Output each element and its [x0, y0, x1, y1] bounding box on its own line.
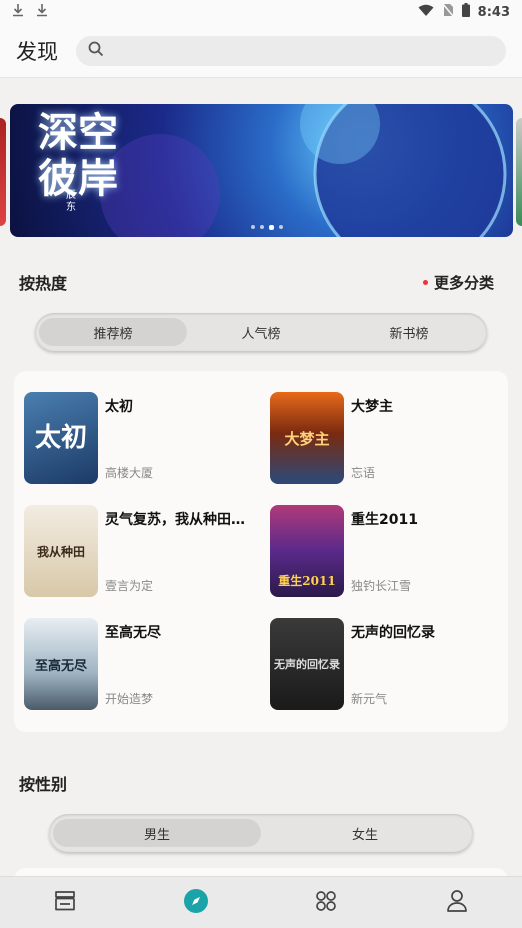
download-icon	[12, 3, 24, 21]
cover-text: 无声的回忆录	[274, 658, 340, 671]
book-cover[interactable]: 重生2011	[270, 505, 344, 597]
carousel-dot	[260, 225, 264, 229]
no-sim-icon	[442, 3, 454, 21]
book-cover[interactable]: 我从种田	[24, 505, 98, 597]
cover-text: 太初	[34, 423, 87, 453]
category-icon	[314, 889, 338, 917]
rank-card: 太初 太初 高楼大厦 大梦主 大梦主 忘语 我从种田 灵气复苏，我从种田… 壹言…	[14, 371, 508, 732]
carousel-indicator	[251, 225, 283, 230]
book-item[interactable]: 大梦主 大梦主 忘语	[270, 392, 500, 486]
section-title-gender: 按性别	[19, 775, 68, 794]
rank-tabs: 推荐榜 人气榜 新书榜	[35, 313, 487, 351]
banner-slide[interactable]: 深空彼岸 辰东	[10, 104, 513, 237]
hot-section-header: 按热度 更多分类	[19, 270, 494, 294]
carousel-dot	[251, 225, 255, 229]
book-cover[interactable]: 无声的回忆录	[270, 618, 344, 710]
banner-next-peek[interactable]	[516, 118, 522, 226]
book-author: 壹言为定	[105, 579, 154, 593]
book-title[interactable]: 重生2011	[351, 511, 491, 529]
banner-title: 深空彼岸	[38, 109, 118, 202]
wifi-icon	[418, 4, 434, 21]
book-item[interactable]: 我从种田 灵气复苏，我从种田… 壹言为定	[24, 505, 254, 599]
nav-bookshelf[interactable]	[45, 883, 85, 923]
banner-author: 辰东	[66, 190, 76, 213]
cover-text: 我从种田	[36, 544, 85, 559]
more-categories-label: 更多分类	[433, 273, 494, 292]
battery-icon	[461, 3, 470, 21]
book-author: 忘语	[351, 466, 376, 480]
cover-text: 大梦主	[284, 429, 330, 448]
clock-text: 8:43	[477, 4, 510, 20]
carousel-dot-active	[269, 225, 274, 230]
book-item[interactable]: 太初 太初 高楼大厦	[24, 392, 254, 486]
search-input[interactable]	[112, 43, 506, 58]
page-title: 发现	[16, 39, 58, 64]
status-bar: 8:43	[0, 0, 522, 24]
more-categories-link[interactable]: 更多分类	[422, 272, 494, 293]
book-author: 新元气	[351, 692, 388, 706]
bottom-nav	[0, 876, 522, 928]
tab-female[interactable]: 女生	[261, 819, 469, 847]
tab-popular[interactable]: 人气榜	[187, 318, 335, 346]
top-header: 发现	[0, 24, 522, 78]
book-author: 独钓长江雪	[351, 579, 412, 593]
book-author: 开始造梦	[105, 692, 154, 706]
gender-section-header: 按性别	[19, 771, 494, 795]
cover-text: 重生2011	[278, 574, 336, 588]
nav-category[interactable]	[306, 883, 346, 923]
nav-profile[interactable]	[437, 883, 477, 923]
book-item[interactable]: 无声的回忆录 无声的回忆录 新元气	[270, 618, 500, 712]
tab-male[interactable]: 男生	[53, 819, 261, 847]
book-author: 高楼大厦	[105, 466, 154, 480]
book-title[interactable]: 太初	[105, 398, 245, 416]
download-icon	[36, 3, 48, 21]
gender-tabs: 男生 女生	[49, 814, 473, 852]
search-bar[interactable]	[76, 35, 506, 66]
search-icon	[88, 41, 104, 61]
banner-carousel[interactable]: 深空彼岸 辰东	[0, 104, 522, 238]
tab-new-books[interactable]: 新书榜	[335, 318, 483, 346]
nav-discover[interactable]	[176, 883, 216, 923]
cover-text: 至高无尽	[34, 658, 87, 674]
banner-prev-peek[interactable]	[0, 118, 6, 226]
compass-icon	[183, 888, 209, 918]
book-item[interactable]: 至高无尽 至高无尽 开始造梦	[24, 618, 254, 712]
tab-recommend[interactable]: 推荐榜	[39, 318, 187, 346]
red-dot-icon	[422, 279, 428, 285]
book-title[interactable]: 至高无尽	[105, 624, 245, 642]
book-title[interactable]: 无声的回忆录	[351, 624, 491, 642]
book-title[interactable]: 灵气复苏，我从种田…	[105, 511, 245, 529]
carousel-dot	[279, 225, 283, 229]
book-title[interactable]: 大梦主	[351, 398, 491, 416]
book-cover[interactable]: 大梦主	[270, 392, 344, 484]
section-title-hot: 按热度	[19, 274, 68, 293]
book-item[interactable]: 重生2011 重生2011 独钓长江雪	[270, 505, 500, 599]
book-cover[interactable]: 太初	[24, 392, 98, 484]
book-cover[interactable]: 至高无尽	[24, 618, 98, 710]
user-icon	[446, 889, 468, 917]
bookshelf-icon	[53, 890, 77, 916]
